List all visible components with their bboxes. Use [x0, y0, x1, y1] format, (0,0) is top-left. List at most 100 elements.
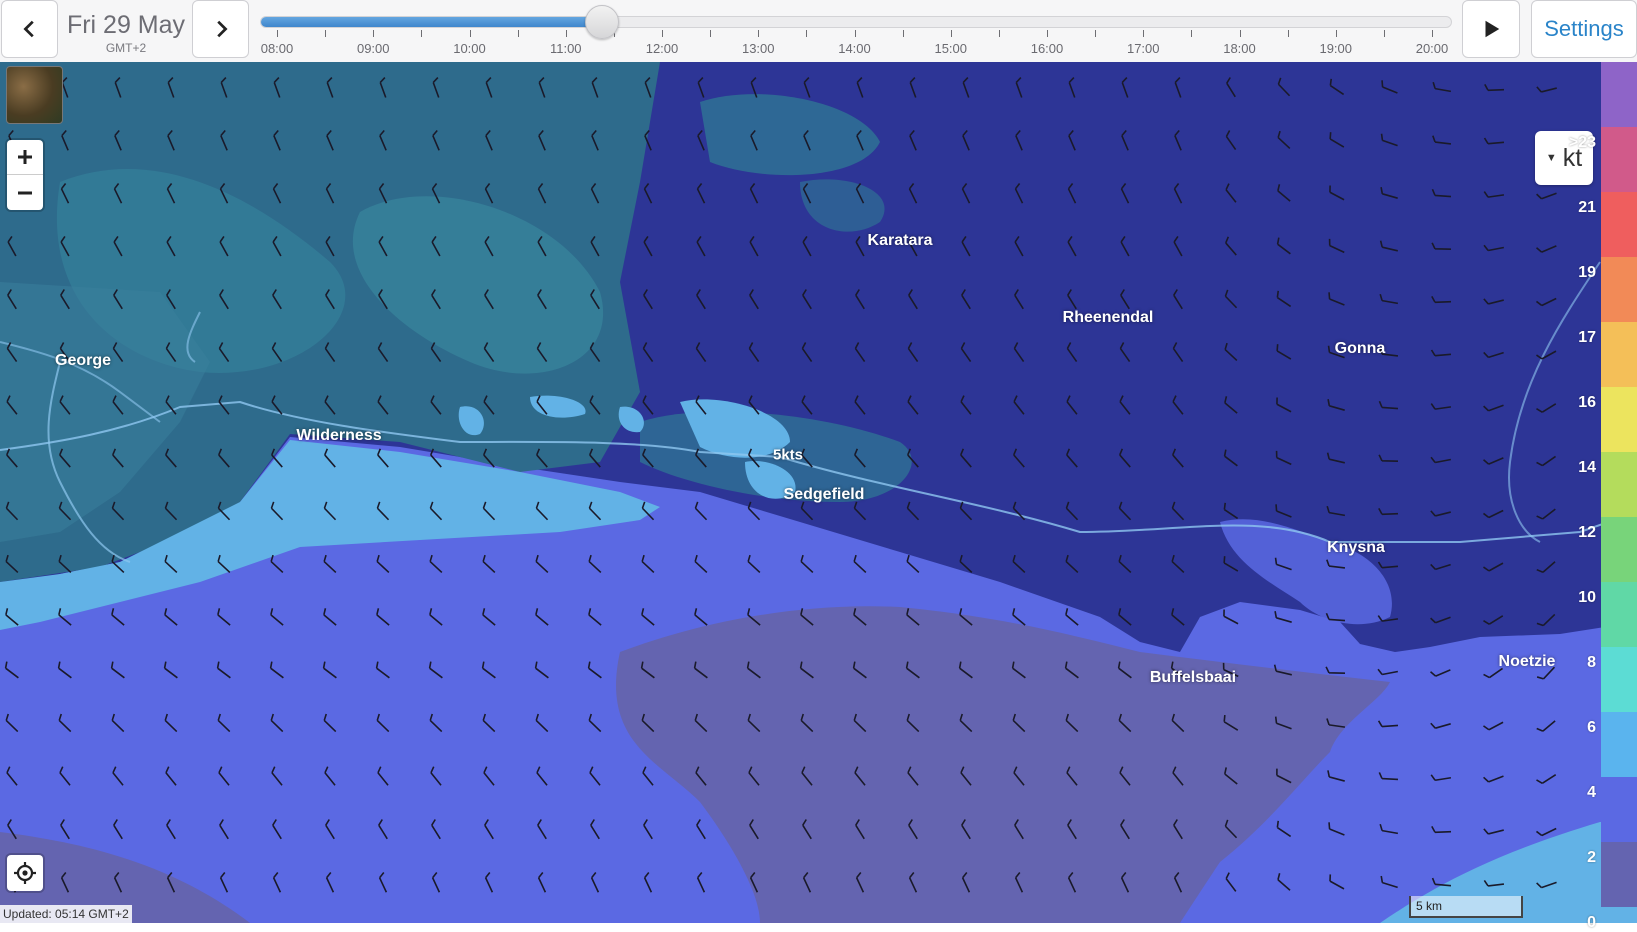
layer-switcher-thumbnail[interactable]	[6, 66, 63, 124]
time-tick-label: 16:00	[1030, 41, 1064, 56]
time-tick	[469, 30, 471, 37]
place-label: George	[54, 352, 112, 369]
updated-timestamp: Updated: 05:14 GMT+2	[0, 905, 132, 923]
legend-label: 4	[1587, 784, 1596, 801]
time-slider[interactable]: 08:00 09:00 10:00 11:00 12:00 13:00 14:00 15:00…	[260, 0, 1452, 62]
place-label: Sedgefield	[783, 486, 865, 503]
legend-label: 17	[1578, 329, 1596, 346]
time-slider-handle[interactable]	[585, 5, 620, 39]
time-tick-label: 13:00	[741, 41, 775, 56]
crosshair-icon	[14, 862, 36, 884]
time-tick	[421, 30, 423, 37]
zoom-out-button[interactable]	[7, 175, 43, 210]
time-slider-track[interactable]	[260, 16, 1452, 28]
caret-down-icon: ▼	[1545, 152, 1557, 164]
plus-icon	[18, 150, 32, 164]
current-date: Fri 29 May	[66, 11, 186, 39]
play-icon	[1485, 20, 1500, 38]
zoom-in-button[interactable]	[7, 140, 43, 175]
legend-swatch	[1601, 127, 1637, 192]
legend-label: 2	[1587, 849, 1596, 866]
legend-swatch	[1601, 257, 1637, 322]
legend-label: 10	[1578, 589, 1596, 606]
time-tick	[1095, 30, 1097, 37]
time-tick	[662, 30, 663, 37]
minus-icon	[18, 191, 32, 194]
time-tick	[517, 30, 519, 37]
time-tick-label: 18:00	[1223, 41, 1256, 56]
wind-speed-legend	[1601, 62, 1637, 923]
legend-label: 19	[1578, 264, 1596, 281]
time-tick	[1335, 30, 1337, 37]
time-tick	[1047, 30, 1048, 37]
legend-swatch	[1601, 582, 1637, 647]
time-tick-label: 12:00	[645, 41, 679, 56]
wind-speed-annotation: 5kts	[772, 446, 804, 464]
legend-label: 12	[1578, 524, 1596, 541]
time-tick	[1191, 30, 1193, 37]
time-tick	[277, 30, 278, 37]
chevron-left-icon	[22, 20, 34, 38]
time-tick	[565, 30, 567, 37]
settings-button[interactable]: Settings	[1531, 0, 1637, 58]
legend-label: 16	[1578, 394, 1596, 411]
zoom-control	[7, 140, 43, 210]
locate-me-button[interactable]	[7, 855, 43, 891]
legend-label: 14	[1578, 459, 1596, 476]
time-tick-label: 08:00	[260, 41, 294, 56]
scale-bar: 5 km	[1409, 896, 1523, 918]
legend-swatch	[1601, 452, 1637, 517]
time-slider-progress	[261, 17, 604, 27]
place-label: Knysna	[1327, 539, 1385, 556]
time-tick-label: 09:00	[356, 41, 390, 56]
time-tick-label: 19:00	[1319, 41, 1353, 56]
time-tick-label: 15:00	[934, 41, 968, 56]
time-tick	[325, 30, 327, 37]
time-tick-label: 14:00	[838, 41, 871, 56]
legend-swatch	[1601, 842, 1637, 907]
timezone-label: GMT+2	[105, 41, 147, 55]
previous-day-button[interactable]	[1, 0, 58, 58]
legend-label: 6	[1587, 719, 1596, 736]
play-button[interactable]	[1462, 0, 1520, 58]
time-tick	[1287, 30, 1289, 37]
legend-label: >23	[1568, 134, 1596, 151]
legend-swatch	[1601, 387, 1637, 452]
legend-swatch	[1601, 517, 1637, 582]
legend-swatch	[1601, 322, 1637, 387]
time-tick	[1432, 30, 1433, 37]
legend-swatch	[1601, 62, 1637, 127]
time-tick	[854, 30, 856, 37]
time-tick-label: 10:00	[453, 41, 486, 56]
place-label: Wilderness	[296, 427, 382, 444]
time-tick-label: 17:00	[1126, 41, 1160, 56]
date-display: Fri 29 May GMT+2	[62, 0, 190, 58]
time-tick	[373, 30, 375, 37]
chevron-right-icon	[216, 20, 228, 38]
wind-map[interactable]: George Wilderness Karatara Rheenendal Gonna S…	[0, 62, 1637, 923]
time-tick	[902, 30, 904, 37]
legend-label: 21	[1578, 199, 1596, 216]
time-tick	[1239, 30, 1241, 37]
legend-label: 0	[1587, 914, 1596, 931]
place-label: Noetzie	[1498, 653, 1556, 670]
legend-swatch	[1601, 647, 1637, 712]
time-tick-label: 11:00	[549, 41, 582, 56]
place-label: Buffelsbaai	[1149, 669, 1237, 686]
toolbar: Fri 29 May GMT+2 08:00 09:00 10:00 11:00 12:…	[0, 0, 1637, 62]
time-tick	[950, 30, 952, 37]
time-tick	[1143, 30, 1145, 37]
time-tick	[710, 30, 712, 37]
next-day-button[interactable]	[192, 0, 249, 58]
time-tick-label: 20:00	[1415, 41, 1449, 56]
time-tick	[758, 30, 760, 37]
legend-swatch	[1601, 712, 1637, 777]
place-label: Karatara	[867, 232, 933, 249]
place-label: Gonna	[1334, 340, 1386, 357]
time-tick	[1383, 30, 1385, 37]
time-tick	[806, 30, 808, 37]
legend-swatch	[1601, 192, 1637, 257]
place-label: Rheenendal	[1062, 309, 1154, 326]
legend-swatch	[1601, 777, 1637, 842]
time-tick	[998, 30, 1000, 37]
